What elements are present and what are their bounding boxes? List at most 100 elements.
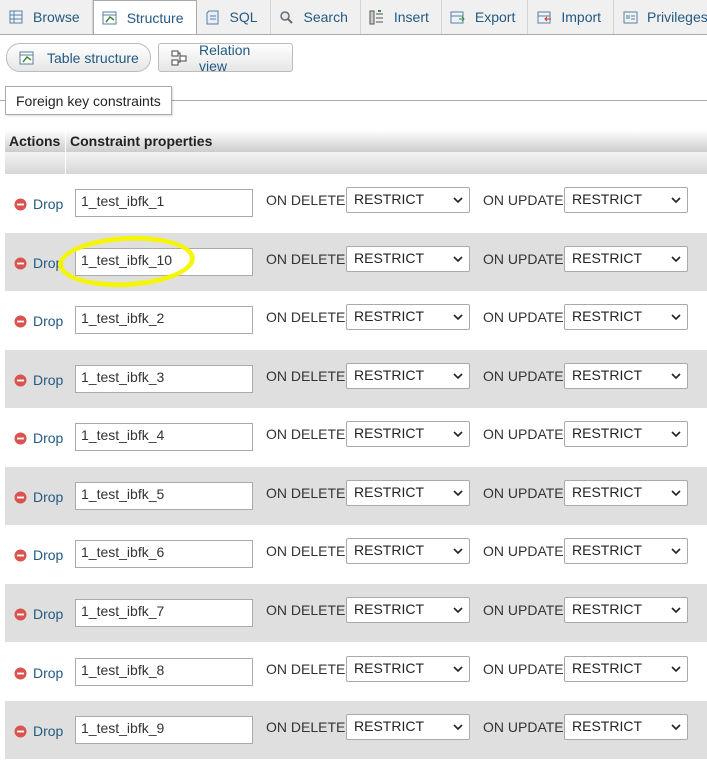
constraint-name-input[interactable]: 1_test_ibfk_5 — [75, 482, 253, 510]
chevron-down-icon — [671, 607, 681, 614]
relation-view-button[interactable]: Relation view — [158, 42, 293, 74]
chevron-down-icon — [453, 607, 463, 614]
on-update-select[interactable]: RESTRICT — [564, 246, 688, 272]
tab-search[interactable]: Search — [271, 0, 361, 34]
on-update-select[interactable]: RESTRICT — [564, 597, 688, 623]
on-update-value: RESTRICT — [572, 367, 642, 383]
tab-insert[interactable]: Insert — [361, 0, 442, 34]
constraint-name-input[interactable]: 1_test_ibfk_8 — [75, 658, 253, 686]
drop-icon — [14, 667, 27, 679]
chevron-down-icon — [671, 666, 681, 673]
chevron-down-icon — [453, 548, 463, 555]
chevron-down-icon — [671, 256, 681, 263]
chevron-down-icon — [453, 490, 463, 497]
on-update-label: ON UPDATE — [483, 426, 564, 442]
table-row: Drop 1_test_ibfk_7 ON DELETE RESTRICT ON UPD… — [5, 584, 707, 642]
constraint-name-input[interactable]: 1_test_ibfk_10 — [75, 248, 253, 276]
on-delete-label: ON DELETE — [266, 426, 346, 442]
drop-label: Drop — [33, 723, 64, 739]
constraint-name-input[interactable]: 1_test_ibfk_3 — [75, 365, 253, 393]
on-update-value: RESTRICT — [572, 484, 642, 500]
constraint-name-input[interactable]: 1_test_ibfk_4 — [75, 423, 253, 451]
on-delete-select[interactable]: RESTRICT — [346, 597, 470, 623]
drop-button[interactable]: Drop — [14, 665, 63, 681]
tab-browse[interactable]: Browse — [0, 0, 93, 34]
on-update-label: ON UPDATE — [483, 719, 564, 735]
constraint-name-input[interactable]: 1_test_ibfk_6 — [75, 540, 253, 568]
tab-label: Export — [474, 9, 516, 25]
export-icon — [450, 9, 466, 25]
chevron-down-icon — [453, 373, 463, 380]
drop-button[interactable]: Drop — [14, 430, 63, 446]
on-delete-select[interactable]: RESTRICT — [346, 363, 470, 389]
constraint-name-input[interactable]: 1_test_ibfk_2 — [75, 306, 253, 334]
tab-sql[interactable]: SQL — [197, 0, 271, 34]
drop-button[interactable]: Drop — [14, 489, 63, 505]
sql-icon — [205, 9, 221, 25]
constraint-name-input[interactable]: 1_test_ibfk_1 — [75, 189, 253, 217]
on-delete-select[interactable]: RESTRICT — [346, 480, 470, 506]
drop-button[interactable]: Drop — [14, 372, 63, 388]
on-update-select[interactable]: RESTRICT — [564, 656, 688, 682]
drop-icon — [14, 315, 27, 327]
on-update-select[interactable]: RESTRICT — [564, 538, 688, 564]
on-delete-value: RESTRICT — [354, 191, 424, 207]
chevron-down-icon — [671, 724, 681, 731]
table-row: Drop 1_test_ibfk_8 ON DELETE RESTRICT ON UPD… — [5, 643, 707, 701]
drop-label: Drop — [33, 313, 64, 329]
on-update-label: ON UPDATE — [483, 485, 564, 501]
on-update-label: ON UPDATE — [483, 602, 564, 618]
on-update-value: RESTRICT — [572, 308, 642, 324]
insert-icon — [369, 9, 385, 25]
drop-button[interactable]: Drop — [14, 606, 63, 622]
drop-button[interactable]: Drop — [14, 547, 63, 563]
on-delete-select[interactable]: RESTRICT — [346, 656, 470, 682]
chevron-down-icon — [671, 490, 681, 497]
drop-button[interactable]: Drop — [14, 313, 63, 329]
on-delete-label: ON DELETE — [266, 543, 346, 559]
drop-icon — [14, 432, 27, 444]
drop-button[interactable]: Drop — [14, 723, 63, 739]
on-delete-label: ON DELETE — [266, 251, 346, 267]
table-structure-button[interactable]: Table structure — [6, 43, 151, 72]
chevron-down-icon — [453, 724, 463, 731]
chevron-down-icon — [671, 431, 681, 438]
on-delete-select[interactable]: RESTRICT — [346, 714, 470, 740]
tab-label: Browse — [33, 9, 80, 25]
on-update-select[interactable]: RESTRICT — [564, 714, 688, 740]
on-update-select[interactable]: RESTRICT — [564, 480, 688, 506]
on-delete-select[interactable]: RESTRICT — [346, 187, 470, 213]
drop-label: Drop — [33, 372, 64, 388]
constraint-name-input[interactable]: 1_test_ibfk_9 — [75, 716, 253, 744]
tab-label: Privileges — [647, 9, 707, 25]
on-update-select[interactable]: RESTRICT — [564, 421, 688, 447]
table-header: Actions Constraint properties — [5, 130, 707, 152]
on-update-select[interactable]: RESTRICT — [564, 363, 688, 389]
header-divider — [65, 130, 66, 152]
tab-export[interactable]: Export — [442, 0, 529, 34]
drop-label: Drop — [33, 430, 64, 446]
chevron-down-icon — [453, 666, 463, 673]
chevron-down-icon — [453, 197, 463, 204]
tab-label: Insert — [393, 9, 429, 25]
on-delete-label: ON DELETE — [266, 602, 346, 618]
table-row: Drop 1_test_ibfk_6 ON DELETE RESTRICT ON UPD… — [5, 525, 707, 583]
on-delete-select[interactable]: RESTRICT — [346, 304, 470, 330]
column-header-properties: Constraint properties — [70, 133, 213, 149]
relation-icon — [171, 50, 189, 66]
on-update-value: RESTRICT — [572, 601, 642, 617]
constraint-name-input[interactable]: 1_test_ibfk_7 — [75, 599, 253, 627]
tab-privileges[interactable]: Privileges — [614, 0, 707, 34]
on-delete-label: ON DELETE — [266, 485, 346, 501]
table-row: Drop 1_test_ibfk_10 ON DELETE RESTRICT ON UP… — [5, 233, 707, 291]
on-delete-select[interactable]: RESTRICT — [346, 421, 470, 447]
on-update-select[interactable]: RESTRICT — [564, 304, 688, 330]
on-update-select[interactable]: RESTRICT — [564, 187, 688, 213]
on-delete-label: ON DELETE — [266, 661, 346, 677]
on-delete-select[interactable]: RESTRICT — [346, 246, 470, 272]
on-delete-select[interactable]: RESTRICT — [346, 538, 470, 564]
tab-structure[interactable]: Structure — [92, 0, 197, 34]
drop-button[interactable]: Drop — [14, 196, 63, 212]
drop-button[interactable]: Drop — [14, 255, 63, 271]
tab-import[interactable]: Import — [528, 0, 615, 34]
